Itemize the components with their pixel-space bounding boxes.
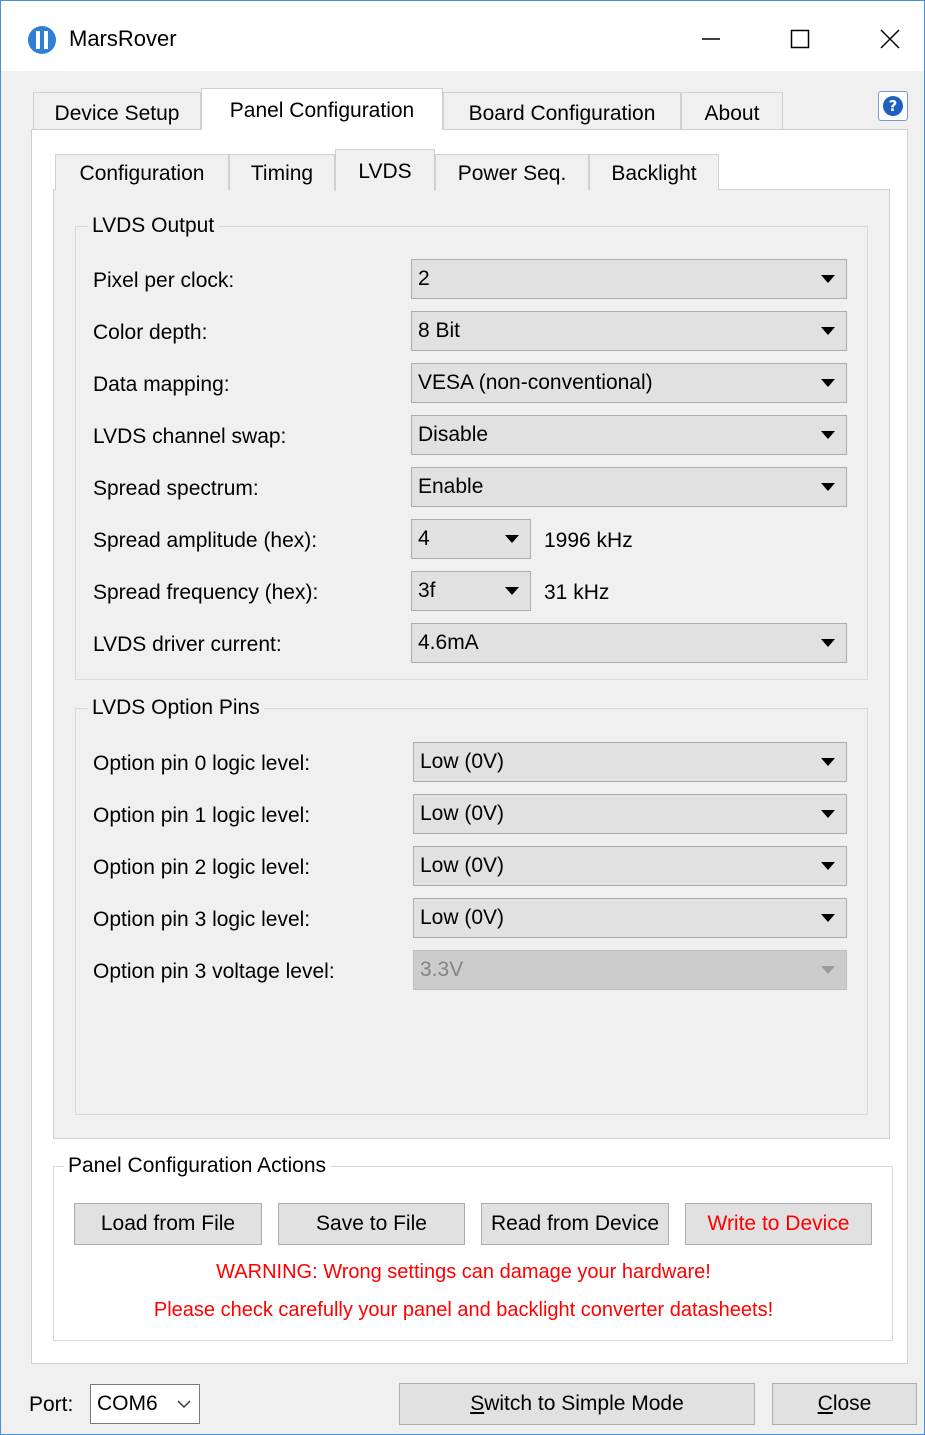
dropdown-arrow-icon (494, 587, 530, 595)
tab-power-seq[interactable]: Power Seq. (435, 154, 589, 190)
dropdown-arrow-icon (810, 431, 846, 439)
dropdown-arrow-icon (810, 379, 846, 387)
option-pin-3-voltage-label: Option pin 3 voltage level: (93, 960, 335, 983)
lvds-option-pins-title: LVDS Option Pins (88, 696, 264, 720)
option-pin-3-label: Option pin 3 logic level: (93, 908, 311, 931)
color-depth-select[interactable]: 8 Bit (411, 311, 847, 351)
data-mapping-select[interactable]: VESA (non-conventional) (411, 363, 847, 403)
dropdown-arrow-icon (810, 810, 846, 818)
chevron-down-icon (169, 1400, 199, 1409)
tab-timing[interactable]: Timing (229, 154, 335, 190)
spread-amplitude-select[interactable]: 4 (411, 519, 531, 559)
option-pin-1-label: Option pin 1 logic level: (93, 804, 311, 827)
tab-device-setup[interactable]: Device Setup (33, 92, 201, 132)
lvds-driver-current-label: LVDS driver current: (93, 633, 282, 656)
dropdown-arrow-icon (810, 966, 846, 974)
panel-configuration-actions-title: Panel Configuration Actions (64, 1154, 330, 1178)
help-icon: ? (883, 96, 903, 116)
lvds-driver-current-select[interactable]: 4.6mA (411, 623, 847, 663)
spread-amplitude-label: Spread amplitude (hex): (93, 529, 318, 552)
close-button[interactable]: Close (772, 1383, 917, 1425)
lvds-pane: LVDS Output Pixel per clock: 2 Color dep… (53, 189, 890, 1139)
read-from-device-button[interactable]: Read from Device (481, 1203, 669, 1245)
lvds-channel-swap-select[interactable]: Disable (411, 415, 847, 455)
tab-backlight[interactable]: Backlight (589, 154, 719, 190)
dropdown-arrow-icon (494, 535, 530, 543)
pixel-per-clock-label: Pixel per clock: (93, 269, 235, 292)
app-icon (27, 25, 57, 55)
option-pin-2-select[interactable]: Low (0V) (413, 846, 847, 886)
lvds-channel-swap-label: LVDS channel swap: (93, 425, 287, 448)
spread-spectrum-select[interactable]: Enable (411, 467, 847, 507)
tab-panel-configuration[interactable]: Panel Configuration (201, 88, 443, 130)
pixel-per-clock-select[interactable]: 2 (411, 259, 847, 299)
warning-text: WARNING: Wrong settings can damage your … (216, 1261, 711, 1283)
option-pin-3-select[interactable]: Low (0V) (413, 898, 847, 938)
dropdown-arrow-icon (810, 914, 846, 922)
port-label: Port: (29, 1393, 74, 1416)
svg-text:?: ? (889, 97, 898, 115)
window-title: MarsRover (69, 26, 177, 51)
switch-to-simple-mode-button[interactable]: Switch to Simple Mode (399, 1383, 755, 1425)
minimize-icon (702, 38, 720, 40)
app-window: MarsRover Device Setup Panel Configurati… (0, 0, 925, 1435)
dropdown-arrow-icon (810, 639, 846, 647)
option-pin-0-label: Option pin 0 logic level: (93, 752, 311, 775)
tab-about[interactable]: About (681, 92, 783, 132)
spread-frequency-label: Spread frequency (hex): (93, 581, 319, 604)
spread-amplitude-khz: 1996 kHz (544, 529, 633, 552)
spread-frequency-khz: 31 kHz (544, 581, 610, 604)
option-pin-3-voltage-select: 3.3V (413, 950, 847, 990)
maximize-button[interactable] (775, 19, 825, 59)
dropdown-arrow-icon (810, 327, 846, 335)
dropdown-arrow-icon (810, 758, 846, 766)
lvds-output-title: LVDS Output (88, 214, 219, 238)
close-window-button[interactable] (865, 19, 915, 59)
dropdown-arrow-icon (810, 862, 846, 870)
option-pin-0-select[interactable]: Low (0V) (413, 742, 847, 782)
option-pin-2-label: Option pin 2 logic level: (93, 856, 311, 879)
dropdown-arrow-icon (810, 483, 846, 491)
data-mapping-label: Data mapping: (93, 373, 230, 396)
lvds-option-pins-group: LVDS Option Pins Option pin 0 logic leve… (75, 696, 868, 1115)
write-to-device-button[interactable]: Write to Device (685, 1203, 872, 1245)
close-icon (880, 29, 900, 49)
datasheet-warning-text: Please check carefully your panel and ba… (153, 1299, 774, 1321)
color-depth-label: Color depth: (93, 321, 208, 344)
title-bar: MarsRover (1, 1, 924, 71)
port-select[interactable]: COM6 (90, 1384, 200, 1424)
load-from-file-button[interactable]: Load from File (74, 1203, 262, 1245)
lvds-output-group: LVDS Output Pixel per clock: 2 Color dep… (75, 214, 868, 680)
spread-spectrum-label: Spread spectrum: (93, 477, 259, 500)
help-button[interactable]: ? (878, 91, 908, 121)
save-to-file-button[interactable]: Save to File (278, 1203, 465, 1245)
spread-frequency-select[interactable]: 3f (411, 571, 531, 611)
option-pin-1-select[interactable]: Low (0V) (413, 794, 847, 834)
tab-lvds[interactable]: LVDS (335, 149, 435, 191)
minimize-button[interactable] (686, 19, 736, 59)
maximize-icon (790, 29, 810, 49)
dropdown-arrow-icon (810, 275, 846, 283)
tab-configuration[interactable]: Configuration (55, 154, 229, 190)
tab-board-configuration[interactable]: Board Configuration (443, 92, 681, 132)
